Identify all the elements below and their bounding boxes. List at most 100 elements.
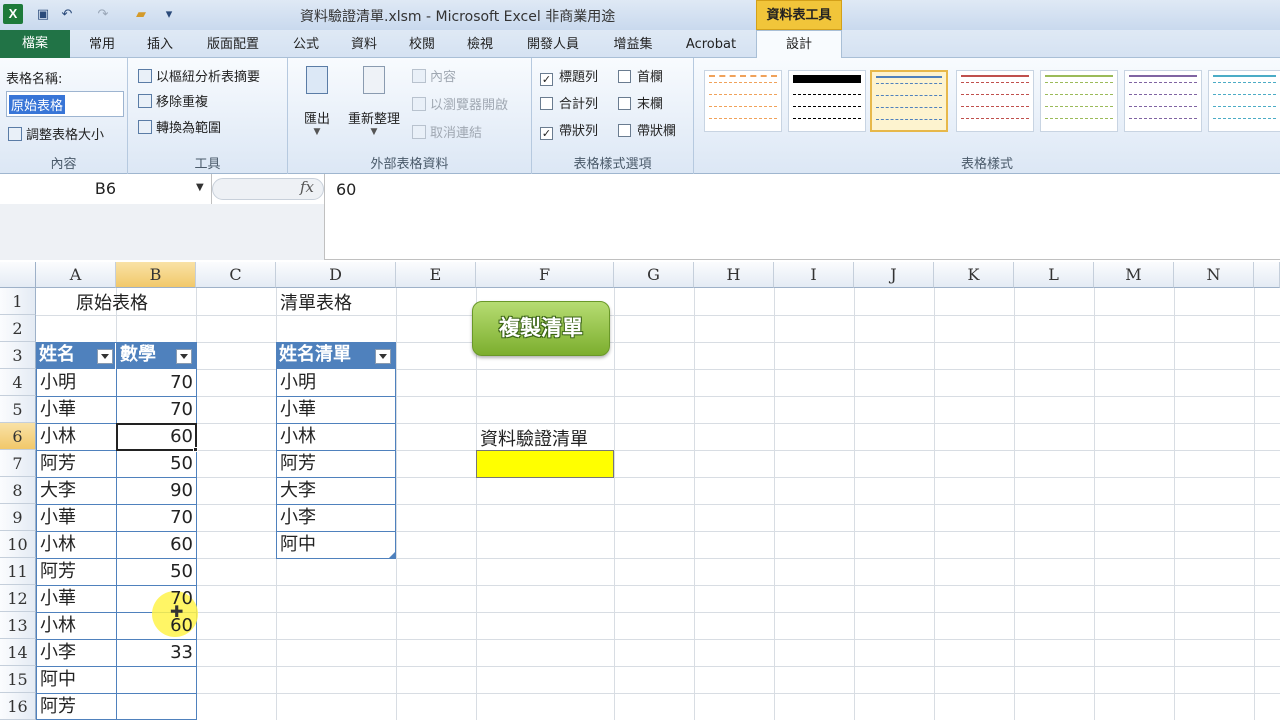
column-header-f[interactable]: F (476, 262, 614, 288)
remove-duplicates-button[interactable]: 移除重複 (138, 91, 208, 110)
tab-acrobat[interactable]: Acrobat (678, 33, 744, 57)
copy-list-button[interactable]: 複製清單 (472, 301, 610, 356)
row-header-2[interactable]: 2 (0, 315, 36, 342)
cell-d8[interactable]: 大李 (280, 477, 316, 504)
banded-columns-checkbox[interactable]: 帶狀欄 (618, 120, 676, 139)
header-row-checkbox[interactable]: ✓ 標題列 (540, 66, 598, 86)
cell-b6[interactable]: 60 (116, 423, 193, 450)
tab-home[interactable]: 常用 (80, 33, 124, 57)
column-header-n[interactable]: N (1174, 262, 1254, 288)
cell-b14[interactable]: 33 (116, 639, 193, 666)
filter-dropdown-icon[interactable] (97, 349, 113, 364)
table-style-blue-selected[interactable] (870, 70, 948, 132)
open-in-browser-button[interactable]: 以瀏覽器開啟 (412, 94, 508, 113)
cell-a16[interactable]: 阿芳 (40, 693, 76, 720)
redo-icon[interactable]: ↷ (94, 6, 112, 24)
properties-button[interactable]: 內容 (412, 66, 456, 85)
row-header-16[interactable]: 16 (0, 693, 36, 720)
cell-b8[interactable]: 90 (116, 477, 193, 504)
cell-a4[interactable]: 小明 (40, 369, 76, 396)
column-header-d[interactable]: D (276, 262, 396, 288)
column-header-m[interactable]: M (1094, 262, 1174, 288)
cell-a13[interactable]: 小林 (40, 612, 76, 639)
cell-f6-label[interactable]: 資料驗證清單 (480, 426, 588, 453)
column-header-i[interactable]: I (774, 262, 854, 288)
tab-developer[interactable]: 開發人員 (516, 33, 590, 57)
column-header-l[interactable]: L (1014, 262, 1094, 288)
summarize-pivot-button[interactable]: 以樞紐分析表摘要 (138, 66, 260, 85)
name-box-dropdown-icon[interactable]: ▼ (196, 182, 204, 193)
cell-d9[interactable]: 小李 (280, 504, 316, 531)
column-header-h[interactable]: H (694, 262, 774, 288)
cell-a7[interactable]: 阿芳 (40, 450, 76, 477)
cell-b9[interactable]: 70 (116, 504, 193, 531)
unlink-button[interactable]: 取消連結 (412, 122, 482, 141)
first-column-checkbox[interactable]: 首欄 (618, 66, 663, 85)
cell-d10[interactable]: 阿中 (280, 531, 316, 558)
row-header-5[interactable]: 5 (0, 396, 36, 423)
cell-b5[interactable]: 70 (116, 396, 193, 423)
cell-d1-title[interactable]: 清單表格 (280, 290, 352, 317)
column-header-k[interactable]: K (934, 262, 1014, 288)
column-header-j[interactable]: J (854, 262, 934, 288)
cell-b11[interactable]: 50 (116, 558, 193, 585)
table-d-header[interactable]: 姓名清單 (277, 343, 395, 369)
cell-a12[interactable]: 小華 (40, 585, 76, 612)
cell-d6[interactable]: 小林 (280, 423, 316, 450)
tab-file[interactable]: 檔案 (0, 30, 70, 58)
customize-qat-icon[interactable]: ▾ (160, 6, 178, 24)
open-folder-icon[interactable]: ▰ (132, 6, 150, 24)
total-row-checkbox[interactable]: 合計列 (540, 93, 598, 112)
save-icon[interactable]: ▣ (34, 6, 52, 24)
cell-d4[interactable]: 小明 (280, 369, 316, 396)
tab-page-layout[interactable]: 版面配置 (196, 33, 270, 57)
tab-design[interactable]: 設計 (756, 30, 842, 59)
row-header-7[interactable]: 7 (0, 450, 36, 477)
cell-b10[interactable]: 60 (116, 531, 193, 558)
name-box[interactable]: B6 (0, 174, 212, 204)
tab-insert[interactable]: 插入 (138, 33, 182, 57)
column-header-e[interactable]: E (396, 262, 476, 288)
table-style-red[interactable] (956, 70, 1034, 132)
column-header-o[interactable] (1254, 262, 1280, 288)
table-style-black[interactable] (788, 70, 866, 132)
row-header-13[interactable]: 13 (0, 612, 36, 639)
filter-dropdown-icon[interactable] (176, 349, 192, 364)
tab-addins[interactable]: 增益集 (604, 33, 662, 57)
column-header-g[interactable]: G (614, 262, 694, 288)
validation-list-cell[interactable] (476, 450, 614, 478)
cell-a5[interactable]: 小華 (40, 396, 76, 423)
column-header-a[interactable]: A (36, 262, 116, 288)
convert-to-range-button[interactable]: 轉換為範圍 (138, 117, 221, 136)
cell-d7[interactable]: 阿芳 (280, 450, 316, 477)
cell-b7[interactable]: 50 (116, 450, 193, 477)
tab-data[interactable]: 資料 (342, 33, 386, 57)
table-a-header-score[interactable]: 數學 (116, 343, 196, 369)
row-header-10[interactable]: 10 (0, 531, 36, 558)
row-header-9[interactable]: 9 (0, 504, 36, 531)
row-header-4[interactable]: 4 (0, 369, 36, 396)
refresh-button[interactable]: 重新整理 ▼ (344, 66, 404, 146)
table-style-green[interactable] (1040, 70, 1118, 132)
row-header-3[interactable]: 3 (0, 342, 36, 369)
cell-a14[interactable]: 小李 (40, 639, 76, 666)
table-style-orange-light[interactable] (704, 70, 782, 132)
tab-view[interactable]: 檢視 (458, 33, 502, 57)
cell-a6[interactable]: 小林 (40, 423, 76, 450)
row-header-8[interactable]: 8 (0, 477, 36, 504)
resize-table-button[interactable]: 調整表格大小 (8, 124, 104, 143)
row-header-6[interactable]: 6 (0, 423, 36, 450)
row-header-14[interactable]: 14 (0, 639, 36, 666)
table-name-input[interactable]: 原始表格 (6, 91, 124, 117)
row-header-1[interactable]: 1 (0, 288, 36, 315)
cell-a15[interactable]: 阿中 (40, 666, 76, 693)
excel-icon[interactable]: X (3, 4, 23, 24)
formula-input[interactable]: 60 (336, 180, 356, 199)
cell-a1-title[interactable]: 原始表格 (76, 290, 148, 317)
cell-a10[interactable]: 小林 (40, 531, 76, 558)
banded-rows-checkbox[interactable]: ✓ 帶狀列 (540, 120, 598, 140)
row-header-15[interactable]: 15 (0, 666, 36, 693)
undo-icon[interactable]: ↶ (58, 6, 76, 24)
cell-a11[interactable]: 阿芳 (40, 558, 76, 585)
cell-a8[interactable]: 大李 (40, 477, 76, 504)
